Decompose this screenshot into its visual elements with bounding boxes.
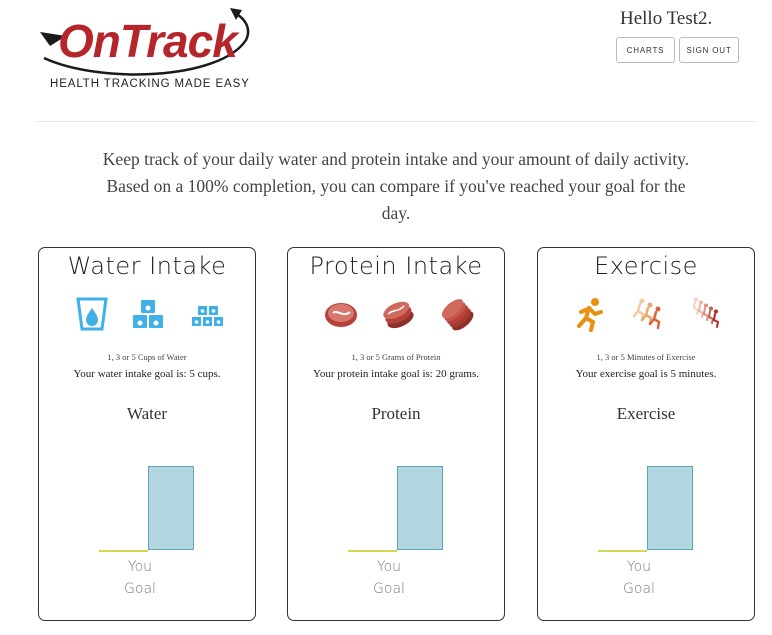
steak-1-icon[interactable] bbox=[323, 296, 359, 332]
chart-title: Exercise bbox=[616, 404, 676, 423]
logo-text: OnTrack bbox=[58, 15, 238, 67]
card-title: Protein Intake bbox=[309, 252, 483, 280]
sign-out-button[interactable]: SIGN OUT bbox=[679, 37, 739, 63]
you-label: You bbox=[626, 559, 652, 575]
goal-options: 1, 3 or 5 Minutes of Exercise bbox=[596, 352, 696, 362]
card-title: Exercise bbox=[594, 252, 698, 280]
you-bar bbox=[598, 550, 647, 552]
you-bar bbox=[348, 550, 397, 552]
card-title: Water Intake bbox=[67, 252, 227, 280]
greeting-text: Hello Test2. bbox=[620, 8, 713, 29]
cups-5-icon[interactable] bbox=[190, 296, 226, 332]
goal-statement: Your water intake goal is: 5 cups. bbox=[73, 368, 221, 380]
chart-title: Protein bbox=[371, 404, 421, 423]
protein-card: Protein Intake 1, 3 or 5 Grams of Protei… bbox=[287, 247, 505, 621]
goal-statement: Your protein intake goal is: 20 grams. bbox=[312, 368, 479, 380]
goal-options: 1, 3 or 5 Cups of Water bbox=[107, 352, 187, 362]
runner-3-icon[interactable] bbox=[630, 296, 666, 332]
header-divider bbox=[36, 121, 756, 122]
you-bar bbox=[99, 550, 148, 552]
exercise-card: Exercise 1, 3 or 5 Minutes of Exercise Y… bbox=[537, 247, 755, 621]
water-card: Water Intake 1, 3 or 5 Cups of Water You… bbox=[38, 247, 256, 621]
goal-label: Goal bbox=[373, 581, 405, 597]
goal-bar bbox=[148, 466, 194, 550]
goal-bar bbox=[647, 466, 693, 550]
cups-3-icon[interactable] bbox=[131, 296, 167, 332]
goal-bar bbox=[397, 466, 443, 550]
goal-label: Goal bbox=[124, 581, 156, 597]
intro-text: Keep track of your daily water and prote… bbox=[102, 149, 690, 223]
runner-1-icon[interactable] bbox=[573, 296, 609, 332]
goal-statement: Your exercise goal is 5 minutes. bbox=[575, 368, 717, 380]
steak-3-icon[interactable] bbox=[380, 296, 416, 332]
cup-1-icon[interactable] bbox=[74, 296, 110, 332]
goal-options: 1, 3 or 5 Grams of Protein bbox=[351, 352, 441, 362]
runner-5-icon[interactable] bbox=[689, 296, 725, 332]
charts-button[interactable]: CHARTS bbox=[616, 37, 675, 63]
you-label: You bbox=[376, 559, 402, 575]
you-label: You bbox=[127, 559, 153, 575]
ontrack-logo[interactable]: OnTrack HEALTH TRACKING MADE EASY bbox=[30, 6, 265, 98]
goal-label: Goal bbox=[623, 581, 655, 597]
chart-title: Water bbox=[126, 404, 168, 423]
tagline: HEALTH TRACKING MADE EASY bbox=[50, 78, 250, 90]
steak-5-icon[interactable] bbox=[439, 296, 475, 332]
